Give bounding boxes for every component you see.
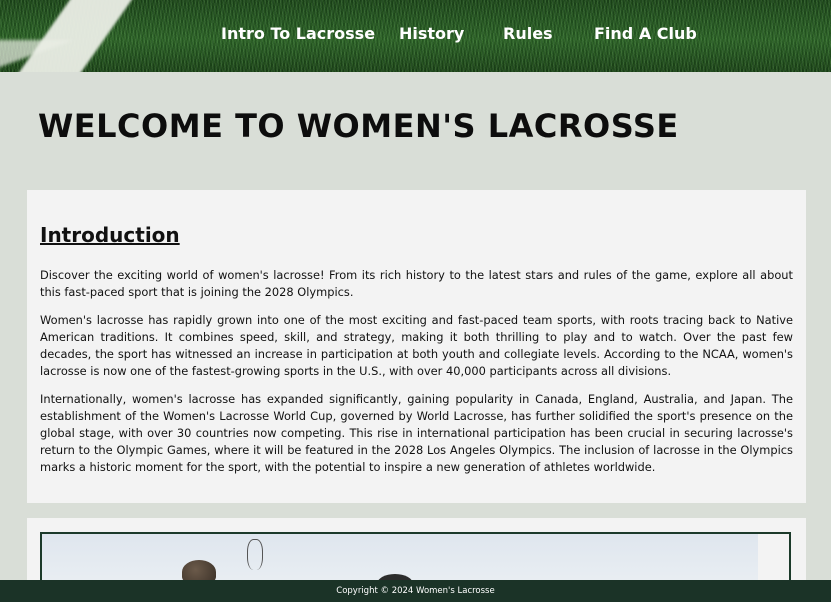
intro-body: Discover the exciting world of women's l… xyxy=(40,267,793,487)
image-section xyxy=(27,518,806,596)
nav-link-find-club[interactable]: Find A Club xyxy=(594,24,697,43)
intro-section: Introduction Discover the exciting world… xyxy=(27,190,806,503)
field-line-decoration xyxy=(0,40,80,72)
lacrosse-photo xyxy=(42,534,758,594)
intro-paragraph: Discover the exciting world of women's l… xyxy=(40,268,793,299)
intro-paragraph: Internationally, women's lacrosse has ex… xyxy=(40,392,793,474)
site-header: Intro To Lacrosse History Rules Find A C… xyxy=(0,0,831,72)
copyright-text: Copyright © 2024 Women's Lacrosse xyxy=(336,586,495,596)
nav-link-rules[interactable]: Rules xyxy=(503,24,553,43)
lacrosse-stick-image xyxy=(247,539,263,570)
intro-paragraph: Women's lacrosse has rapidly grown into … xyxy=(40,313,793,378)
nav-link-intro[interactable]: Intro To Lacrosse xyxy=(221,24,375,43)
intro-heading: Introduction xyxy=(40,223,180,247)
site-footer: Copyright © 2024 Women's Lacrosse xyxy=(0,580,831,602)
nav-link-history[interactable]: History xyxy=(399,24,464,43)
page-title: WELCOME TO WOMEN'S LACROSSE xyxy=(38,107,679,145)
